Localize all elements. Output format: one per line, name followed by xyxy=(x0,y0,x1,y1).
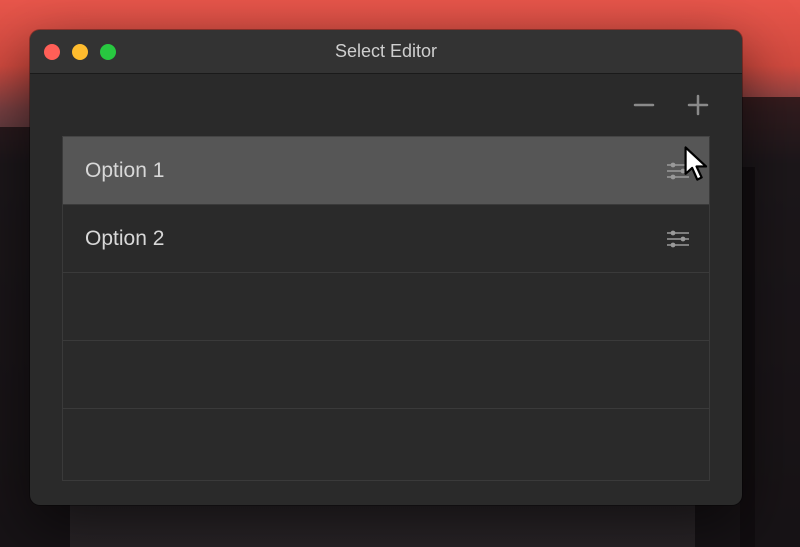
settings-button[interactable] xyxy=(665,228,691,250)
sliders-icon xyxy=(665,160,691,182)
add-button[interactable] xyxy=(684,91,712,119)
list-item[interactable]: Option 2 xyxy=(63,205,709,273)
minus-icon xyxy=(633,94,655,116)
toolbar xyxy=(30,74,742,136)
settings-button[interactable] xyxy=(665,160,691,182)
sliders-icon xyxy=(665,228,691,250)
window-controls xyxy=(44,44,116,60)
options-list: Option 1 Option 2 xyxy=(62,136,710,481)
titlebar[interactable]: Select Editor xyxy=(30,30,742,74)
minimize-button[interactable] xyxy=(72,44,88,60)
list-item[interactable] xyxy=(63,273,709,341)
list-item[interactable]: Option 1 xyxy=(63,137,709,205)
list-item-label: Option 1 xyxy=(85,159,164,183)
window-title: Select Editor xyxy=(30,41,742,62)
zoom-button[interactable] xyxy=(100,44,116,60)
list-item[interactable] xyxy=(63,409,709,477)
plus-icon xyxy=(687,94,709,116)
remove-button[interactable] xyxy=(630,91,658,119)
select-editor-window: Select Editor Option 1 xyxy=(30,30,742,505)
list-item-label: Option 2 xyxy=(85,227,164,251)
close-button[interactable] xyxy=(44,44,60,60)
list-item[interactable] xyxy=(63,341,709,409)
